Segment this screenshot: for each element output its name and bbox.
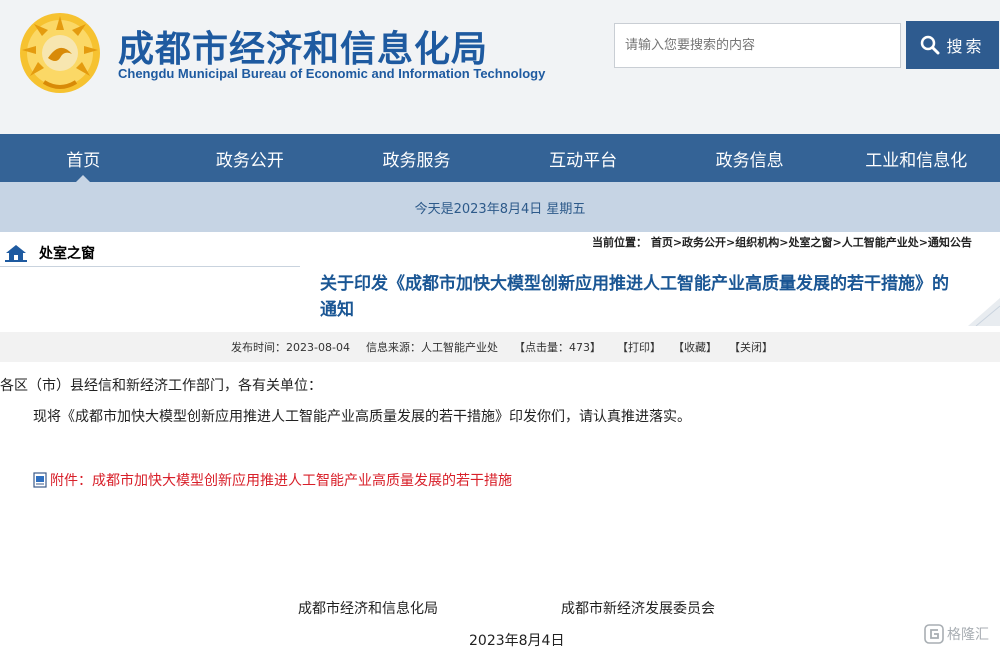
signer-new-economy-committee: 成都市新经济发展委员会 (561, 601, 715, 617)
publish-time: 发布时间：2023-08-04 (231, 341, 350, 354)
nav-item-gov-services[interactable]: 政务服务 (333, 134, 500, 182)
date-bar: 今天是2023年8月4日 星期五 (0, 182, 1000, 232)
search-button[interactable]: 搜索 (906, 21, 999, 69)
sidebar-section-label: 处室之窗 (39, 246, 95, 262)
signer-economic-bureau: 成都市经济和信息化局 (298, 601, 438, 617)
breadcrumb[interactable]: 当前位置： 首页>政务公开>组织机构>处室之窗>人工智能产业处>通知公告 (592, 234, 972, 250)
click-count: 【点击量：473】 (513, 341, 601, 354)
nav-item-gov-info[interactable]: 政务信息 (666, 134, 833, 182)
nav-item-interaction[interactable]: 互动平台 (500, 134, 667, 182)
nav-item-home[interactable]: 首页 (0, 134, 167, 182)
article-meta-bar: 发布时间：2023-08-04 信息来源：人工智能产业处 【点击量：473】 【… (0, 332, 1000, 362)
site-title-cn: 成都市经济和信息化局 (118, 29, 489, 70)
nav-item-gov-affairs-open[interactable]: 政务公开 (167, 134, 334, 182)
article-title: 关于印发《成都市加快大模型创新应用推进人工智能产业高质量发展的若干措施》的通知 (320, 274, 949, 320)
document-icon (33, 472, 47, 488)
attachment-link-text[interactable]: 附件：成都市加快大模型创新应用推进人工智能产业高质量发展的若干措施 (50, 470, 512, 490)
site-header: 成都市经济和信息化局 Chengdu Municipal Bureau of E… (0, 0, 1000, 134)
info-source: 信息来源：人工智能产业处 (365, 341, 498, 354)
sun-bird-logo-icon[interactable] (14, 10, 106, 96)
favorite-link[interactable]: 【收藏】 (673, 339, 717, 355)
corner-decoration-icon (968, 298, 1000, 326)
nav-item-industry-it[interactable]: 工业和信息化 (833, 134, 1000, 182)
sidebar-section-title: 处室之窗 (0, 240, 300, 267)
print-link[interactable]: 【打印】 (617, 339, 661, 355)
search-button-label: 搜索 (946, 37, 985, 56)
search-icon (921, 35, 940, 55)
sign-date: 2023年8月4日 (469, 633, 565, 649)
watermark-text: 格隆汇 (947, 627, 989, 643)
site-title-en: Chengdu Municipal Bureau of Economic and… (118, 66, 546, 81)
attachment-link[interactable]: 附件：成都市加快大模型创新应用推进人工智能产业高质量发展的若干措施 (33, 470, 512, 490)
close-link[interactable]: 【关闭】 (729, 339, 773, 355)
watermark: 格隆汇 (924, 624, 989, 644)
salutation: 各区（市）县经信和新经济工作部门，各有关单位： (0, 378, 322, 394)
house-icon (5, 245, 27, 262)
watermark-logo-icon (924, 624, 944, 644)
main-nav: 首页 政务公开 政务服务 互动平台 政务信息 工业和信息化 (0, 134, 1000, 182)
search-input[interactable] (614, 23, 901, 68)
body-paragraph: 现将《成都市加快大模型创新应用推进人工智能产业高质量发展的若干措施》印发你们，请… (33, 409, 691, 425)
